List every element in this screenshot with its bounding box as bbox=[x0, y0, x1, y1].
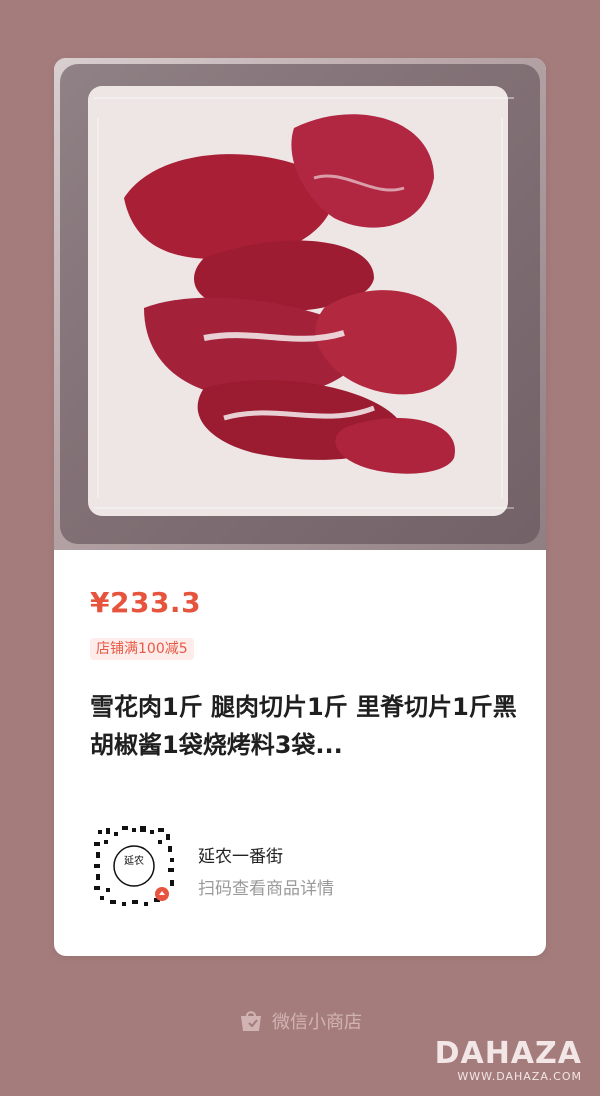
footer-label: 微信小商店 bbox=[272, 1012, 362, 1033]
product-info: ¥233.3 店铺满100减5 雪花肉1斤 腿肉切片1斤 里脊切片1斤黑胡椒酱1… bbox=[54, 550, 546, 956]
qr-code-icon: 延农 bbox=[92, 824, 176, 908]
meat-package-illustration bbox=[60, 64, 540, 544]
shop-bag-icon bbox=[241, 1011, 261, 1031]
scan-hint: 扫码查看商品详情 bbox=[198, 879, 334, 899]
product-image[interactable] bbox=[54, 58, 546, 550]
shop-name: 延农一番街 bbox=[198, 847, 283, 867]
watermark-main: DAHAZA bbox=[434, 1036, 582, 1071]
promo-badge: 店铺满100减5 bbox=[90, 638, 194, 660]
product-price: ¥233.3 bbox=[90, 586, 202, 619]
shop-qr-code[interactable]: 延农 bbox=[92, 824, 176, 908]
qr-center-text: 延农 bbox=[124, 854, 144, 867]
wechat-shop-footer: 微信小商店 bbox=[0, 1006, 600, 1036]
product-title: 雪花肉1斤 腿肉切片1斤 里脊切片1斤黑胡椒酱1袋烧烤料3袋... bbox=[90, 693, 517, 759]
watermark: DAHAZA WWW.DAHAZA.COM bbox=[434, 1036, 582, 1084]
watermark-sub: WWW.DAHAZA.COM bbox=[457, 1070, 582, 1083]
product-card[interactable]: ¥233.3 店铺满100减5 雪花肉1斤 腿肉切片1斤 里脊切片1斤黑胡椒酱1… bbox=[54, 58, 546, 956]
